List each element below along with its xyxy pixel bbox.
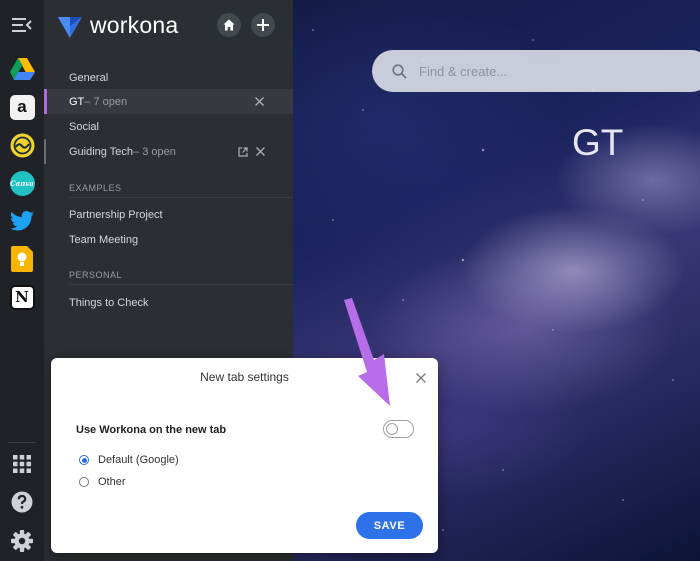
workspace-label: Social: [69, 120, 99, 133]
rail-divider: [8, 442, 36, 443]
save-button[interactable]: SAVE: [356, 512, 423, 539]
radio-option-other[interactable]: Other: [79, 476, 126, 488]
menu-collapse-icon: [12, 18, 32, 32]
basecamp-icon: [10, 133, 34, 157]
new-tab-toggle[interactable]: [383, 420, 414, 438]
notion-icon: N: [9, 284, 35, 310]
app-rail: a Canva N: [0, 0, 44, 561]
workspace-label: GT: [69, 95, 85, 108]
amazon-icon: a: [9, 94, 35, 120]
workspace-label: Team Meeting: [69, 233, 139, 246]
workona-logo-icon: [58, 16, 82, 38]
section-heading-personal: PERSONAL: [69, 270, 123, 280]
new-tab-option-label: Use Workona on the new tab: [76, 424, 227, 436]
workspace-title: GT: [572, 122, 624, 163]
rail-bottom-controls: [0, 445, 44, 561]
help-button[interactable]: [0, 483, 44, 521]
open-external-icon[interactable]: [238, 146, 248, 157]
annotation-arrow-icon: [344, 298, 390, 406]
apps-grid-button[interactable]: [0, 445, 44, 483]
dialog-close-button[interactable]: [416, 370, 426, 388]
workspace-item-general[interactable]: General: [44, 65, 293, 90]
keep-icon: [11, 246, 33, 272]
section-divider: [69, 284, 293, 285]
workspace-label: General: [69, 71, 109, 84]
radio-label: Other: [98, 476, 126, 488]
app-google-keep[interactable]: [0, 240, 44, 278]
brand: workona: [58, 12, 178, 39]
home-button[interactable]: [217, 13, 241, 37]
section-divider: [69, 197, 293, 198]
workspace-label: Partnership Project: [69, 208, 163, 221]
app-google-drive[interactable]: [0, 50, 44, 88]
workspace-label: Guiding Tech: [69, 145, 134, 158]
help-icon: [11, 491, 33, 513]
workspace-tab-count: – 3 open: [133, 145, 176, 158]
gear-icon: [11, 530, 33, 552]
search-bar[interactable]: Find & create...: [372, 50, 700, 92]
radio-button[interactable]: [79, 477, 89, 487]
workspace-actions: [238, 139, 265, 164]
collapse-menu-button[interactable]: [0, 0, 44, 50]
home-icon: [223, 19, 235, 31]
search-placeholder: Find & create...: [419, 63, 508, 79]
radio-label: Default (Google): [98, 454, 179, 466]
app-basecamp[interactable]: [0, 126, 44, 164]
app-amazon[interactable]: a: [0, 88, 44, 126]
workspace-item-team-meeting[interactable]: Team Meeting: [44, 227, 293, 252]
add-workspace-button[interactable]: [251, 13, 275, 37]
app-twitter[interactable]: [0, 202, 44, 240]
brand-name: workona: [90, 12, 179, 38]
google-drive-icon: [9, 58, 35, 80]
settings-button[interactable]: [0, 521, 44, 561]
workspace-label: Things to Check: [69, 296, 149, 309]
radio-option-default[interactable]: Default (Google): [79, 454, 179, 466]
plus-icon: [257, 19, 269, 31]
workspace-item-gt[interactable]: GT – 7 open: [44, 89, 293, 114]
search-icon: [392, 63, 407, 79]
close-icon[interactable]: [256, 147, 265, 156]
toggle-knob: [386, 422, 398, 435]
app-canva[interactable]: Canva: [0, 164, 44, 202]
workspace-item-things-to-check[interactable]: Things to Check: [44, 290, 293, 315]
close-icon: [416, 373, 426, 383]
section-heading-examples: EXAMPLES: [69, 183, 122, 193]
close-icon[interactable]: [255, 97, 264, 106]
workspace-item-social[interactable]: Social: [44, 114, 293, 139]
workspace-item-guiding-tech[interactable]: Guiding Tech – 3 open: [44, 139, 293, 164]
twitter-icon: [10, 211, 34, 231]
workspace-item-partnership-project[interactable]: Partnership Project: [44, 202, 293, 227]
canva-icon: Canva: [9, 170, 35, 196]
workspace-actions: [255, 89, 264, 114]
workspace-tab-count: – 7 open: [84, 95, 128, 108]
apps-grid-icon: [13, 455, 31, 473]
app-notion[interactable]: N: [0, 278, 44, 316]
radio-button[interactable]: [79, 455, 89, 465]
